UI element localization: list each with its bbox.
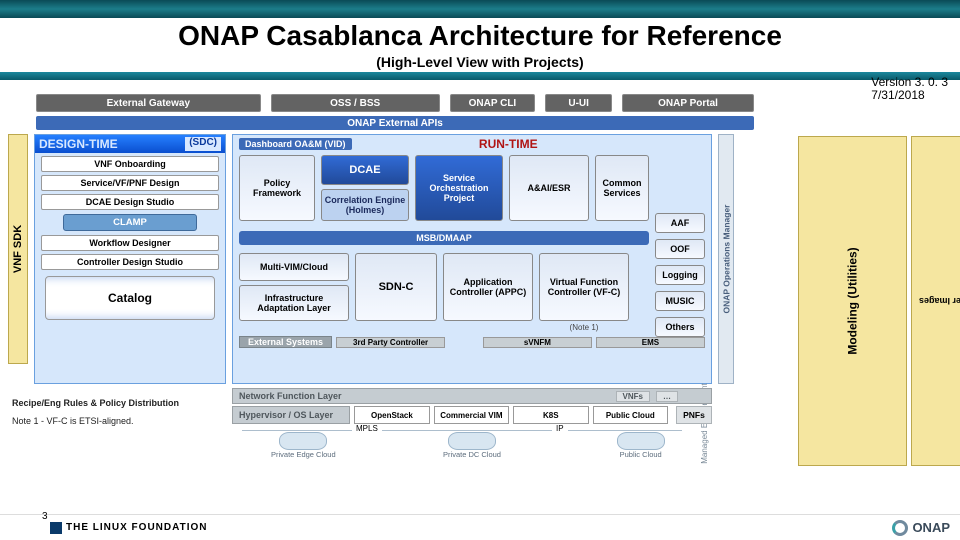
controller-design-studio-item: Controller Design Studio [41,254,219,270]
ops-manager-bar: ONAP Operations Manager [718,134,734,384]
pnfs-tag: PNFs [676,406,712,424]
ellipsis-tag: … [656,391,678,402]
dcae-box: DCAE [321,155,409,185]
note1-tag: (Note 1) [539,323,629,332]
onap-text: ONAP [912,520,950,535]
aai-esr-box: A&AI/ESR [509,155,589,221]
footer: 3 THE LINUX FOUNDATION ONAP [0,514,960,540]
recipe-note: Recipe/Eng Rules & Policy Distribution [12,398,228,410]
appc-box: Application Controller (APPC) [443,253,533,321]
design-time-header: DESIGN-TIME (SDC) [35,135,225,153]
network-function-layer-row: Network Function Layer VNFs … [232,388,712,404]
public-cloud-tag: Public Cloud [593,406,668,424]
holmes-box: Correlation Engine (Holmes) [321,189,409,221]
right-vertical-bars: Modeling (Utilities) IntegrationBenchmar… [798,136,948,466]
dashboard-oam-tag: Dashboard OA&M (VID) [239,138,352,150]
aaf-box: AAF [655,213,705,233]
page-number: 3 [42,511,48,522]
ip-label: IP [552,424,568,433]
integration-sub-label: Benchmark / Container Images [919,296,960,306]
integration-bar: IntegrationBenchmark / Container Images [911,136,960,466]
onap-ring-icon [892,520,908,536]
dcae-design-studio-item: DCAE Design Studio [41,194,219,210]
vnf-onboarding-item: VNF Onboarding [41,156,219,172]
vnf-sdk-bar: VNF SDK [8,134,28,364]
design-time-box: DESIGN-TIME (SDC) VNF Onboarding Service… [34,134,226,384]
hypervisor-label: Hypervisor / OS Layer [232,406,350,424]
external-systems-row: External Systems 3rd Party Controller sV… [239,333,705,351]
modeling-bar: Modeling (Utilities) [798,136,907,466]
logging-box: Logging [655,265,705,285]
service-design-item: Service/VF/PNF Design [41,175,219,191]
page-subtitle: (High-Level View with Projects) [0,54,960,70]
cloud-row: MPLS IP Private Edge Cloud Private DC Cl… [232,428,712,462]
vnfs-tag: VNFs [616,391,650,402]
cloud-connector-line [242,430,682,431]
workflow-designer-item: Workflow Designer [41,235,219,251]
ems-tag: EMS [596,337,705,348]
openstack-tag: OpenStack [354,406,429,424]
external-gateway-pill: External Gateway [36,94,261,112]
page-title: ONAP Casablanca Architecture for Referen… [0,20,960,52]
mpls-label: MPLS [352,424,382,433]
linux-foundation-logo: THE LINUX FOUNDATION [50,522,207,534]
multi-vim-box: Multi-VIM/Cloud [239,253,349,281]
private-edge-cloud: Private Edge Cloud [232,432,375,459]
runtime-header: Dashboard OA&M (VID) RUN-TIME [233,135,711,153]
runtime-grid: Policy Framework DCAE Correlation Engine… [233,153,711,381]
msb-dmaap-bar: MSB/DMAAP [239,231,649,245]
external-systems-label: External Systems [239,336,332,348]
cloud-icon [279,432,327,450]
private-dc-cloud: Private DC Cloud [401,432,544,459]
svnfm-tag: sVNFM [483,337,592,348]
ops-manager-label: ONAP Operations Manager [721,205,731,314]
left-notes: Recipe/Eng Rules & Policy Distribution N… [12,398,228,427]
onap-logo: ONAP [892,520,950,536]
run-time-box: Dashboard OA&M (VID) RUN-TIME Policy Fra… [232,134,712,384]
public-cloud-bubble: Public Cloud [569,432,712,459]
modeling-label: Modeling (Utilities) [846,247,860,354]
note1-text: Note 1 - VF-C is ETSI-aligned. [12,416,228,428]
runtime-label: RUN-TIME [479,137,538,151]
third-party-controller-tag: 3rd Party Controller [336,337,445,348]
onap-cli-pill: ONAP CLI [450,94,536,112]
onap-portal-pill: ONAP Portal [622,94,754,112]
top-stripe [0,0,960,18]
commercial-vim-tag: Commercial VIM [434,406,509,424]
lf-square-icon [50,522,62,534]
service-orchestration-box: Service Orchestration Project [415,155,503,221]
version-block: Version 3. 0. 3 7/31/2018 [871,76,948,102]
design-time-label: DESIGN-TIME [39,137,118,151]
nfl-label: Network Function Layer [233,391,613,401]
music-box: MUSIC [655,291,705,311]
subtitle-stripe [0,72,960,80]
oss-bss-pill: OSS / BSS [271,94,440,112]
clamp-item: CLAMP [63,214,197,231]
top-row: External Gateway OSS / BSS ONAP CLI U-UI… [36,94,754,112]
hypervisor-row: Hypervisor / OS Layer OpenStack Commerci… [232,406,712,424]
common-services-box: Common Services [595,155,649,221]
oof-box: OOF [655,239,705,259]
u-ui-pill: U-UI [545,94,612,112]
catalog-item: Catalog [45,276,215,320]
cloud-icon [617,432,665,450]
sdc-tag: (SDC) [185,137,221,151]
external-apis-bar: ONAP External APIs [36,116,754,130]
diagram-stage: Version 3. 0. 3 7/31/2018 External Gatew… [6,88,954,510]
version-line2: 7/31/2018 [871,89,948,102]
vf-c-box: Virtual Function Controller (VF-C) [539,253,629,321]
lf-text: THE LINUX FOUNDATION [66,522,207,533]
sdn-c-box: SDN-C [355,253,437,321]
vnf-sdk-label: VNF SDK [12,225,24,273]
cloud-icon [448,432,496,450]
infra-adaptation-box: Infrastructure Adaptation Layer [239,285,349,321]
policy-framework-box: Policy Framework [239,155,315,221]
k8s-tag: K8S [513,406,588,424]
